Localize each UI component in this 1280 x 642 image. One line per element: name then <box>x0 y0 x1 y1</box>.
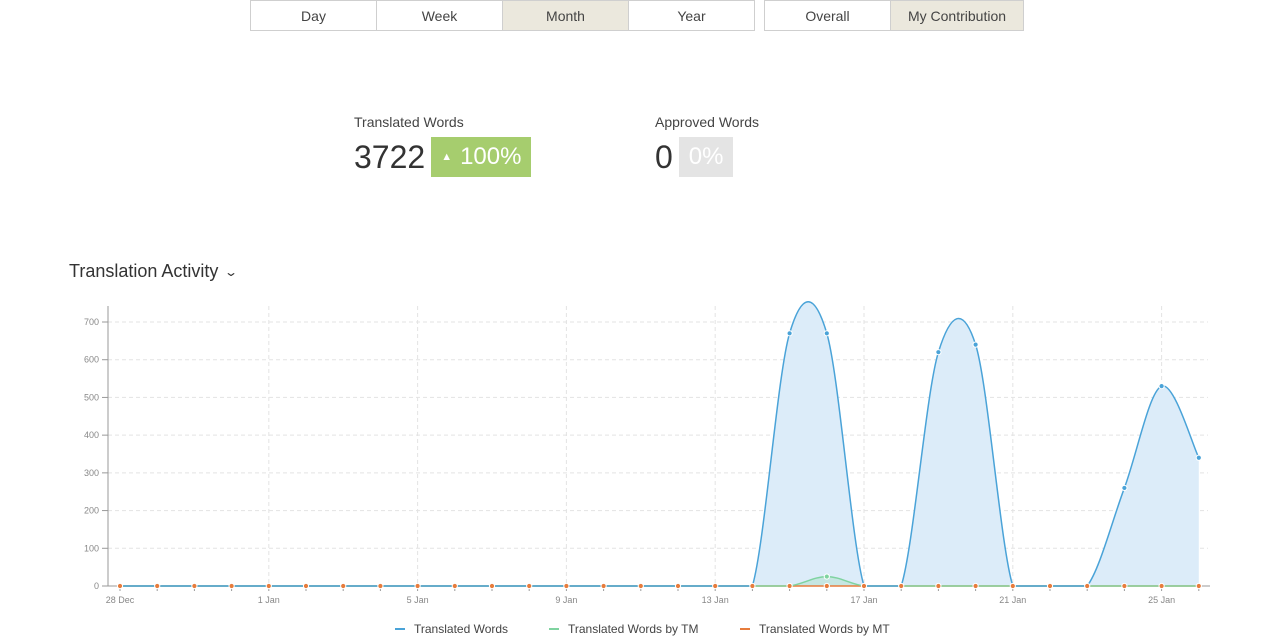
data-point-mt <box>823 582 830 590</box>
x-tick-label: 21 Jan <box>999 595 1026 605</box>
series-area-translated <box>120 301 1199 586</box>
data-point-mt <box>265 582 272 590</box>
approved-change-badge: 0% <box>678 137 734 177</box>
data-point-mt <box>749 582 756 590</box>
data-point-translated <box>1121 484 1128 492</box>
y-tick-label: 400 <box>84 430 99 440</box>
data-point-translated <box>972 341 979 348</box>
x-tick-label: 1 Jan <box>258 595 280 605</box>
translation-activity-chart: 0 100 200 300 400 500 600 700 28 Dec 1 Jan 5 Jan 9 … <box>84 301 1210 605</box>
legend-item-translated[interactable]: Translated Words <box>395 622 508 636</box>
data-point-mt <box>488 582 496 590</box>
series-line-tm <box>120 575 1199 587</box>
data-point-mt <box>191 582 198 590</box>
tab-week[interactable]: Week <box>376 0 503 31</box>
y-tick-label: 0 <box>94 581 99 591</box>
data-point-mt <box>786 582 793 590</box>
x-tick-label: 9 Jan <box>555 595 577 605</box>
legend-swatch-tm <box>549 628 559 630</box>
translated-change-badge: ▲ 100% <box>431 137 532 177</box>
approved-words-stat: Approved Words 0 0% <box>655 114 759 177</box>
series-area-tm <box>120 576 1199 586</box>
data-point-mt <box>935 582 942 590</box>
data-point-mt <box>340 582 347 590</box>
data-point-mt <box>116 582 124 590</box>
approved-words-label: Approved Words <box>655 114 760 130</box>
y-tick-label: 500 <box>84 392 99 402</box>
x-tick-label: 17 Jan <box>850 595 877 605</box>
y-tick-label: 700 <box>84 317 99 327</box>
legend-label-mt: Translated Words by MT <box>759 622 890 636</box>
data-point-mt <box>860 582 868 590</box>
data-point-mt <box>414 582 421 590</box>
legend-label-translated: Translated Words <box>414 622 509 636</box>
approved-change-value: 0% <box>688 143 724 170</box>
series-line-translated <box>120 301 1200 587</box>
data-point-mt <box>451 582 458 590</box>
y-tick-label: 200 <box>84 506 99 516</box>
x-tick-label: 28 Dec <box>106 595 135 605</box>
data-point-mt <box>1046 582 1054 590</box>
data-point-mt <box>898 582 905 590</box>
legend-item-tm[interactable]: Translated Words by TM <box>549 622 699 636</box>
translated-change-value: 100% <box>460 143 522 170</box>
legend-swatch-mt <box>740 628 750 630</box>
tab-year[interactable]: Year <box>628 0 755 31</box>
data-point-mt <box>600 582 607 590</box>
data-point-mt <box>526 582 533 590</box>
tab-month[interactable]: Month <box>502 0 629 31</box>
translated-words-label: Translated Words <box>354 114 464 130</box>
data-point-mt <box>563 582 570 590</box>
data-point-mt <box>1121 582 1128 590</box>
period-selector: Day Week Month Year <box>250 0 755 31</box>
y-tick-label: 600 <box>84 355 99 365</box>
data-point-mt <box>154 582 161 590</box>
data-point-mt <box>1195 582 1202 590</box>
data-point-mt <box>712 582 719 590</box>
data-point-tm <box>823 573 830 580</box>
translation-activity-toggle[interactable]: Translation Activity ⌄ <box>69 261 239 282</box>
x-tick-label: 5 Jan <box>407 595 429 605</box>
data-point-mt <box>1009 582 1016 590</box>
data-point-mt <box>972 582 979 590</box>
data-point-translated <box>1158 383 1165 390</box>
data-point-translated <box>1195 454 1202 461</box>
scope-selector: Overall My Contribution <box>764 0 1024 31</box>
data-point-mt <box>674 582 682 590</box>
data-point-mt <box>1084 582 1091 590</box>
approved-words-value: 0 <box>655 139 673 175</box>
data-point-mt <box>377 582 384 590</box>
data-point-mt <box>1158 582 1165 590</box>
tab-day[interactable]: Day <box>250 0 377 31</box>
data-point-translated <box>935 349 942 356</box>
translation-activity-title: Translation Activity <box>69 261 219 281</box>
data-point-mt <box>637 582 644 590</box>
tab-overall[interactable]: Overall <box>764 0 891 31</box>
legend-swatch-translated <box>395 628 405 630</box>
data-point-mt <box>302 582 310 590</box>
tab-my-contribution[interactable]: My Contribution <box>890 0 1024 31</box>
x-tick-label: 13 Jan <box>702 595 729 605</box>
y-tick-label: 100 <box>84 543 99 553</box>
chevron-down-icon: ⌄ <box>224 264 239 279</box>
data-point-translated <box>823 330 830 337</box>
x-tick-label: 25 Jan <box>1148 595 1175 605</box>
legend-item-mt[interactable]: Translated Words by MT <box>740 622 890 636</box>
translated-words-stat: Translated Words 3722 ▲ 100% <box>354 114 532 177</box>
translated-words-value: 3722 <box>354 139 426 175</box>
legend-label-tm: Translated Words by TM <box>568 622 699 636</box>
data-point-mt <box>228 582 235 590</box>
up-triangle-icon: ▲ <box>441 151 453 163</box>
y-tick-label: 300 <box>84 468 99 478</box>
data-point-translated <box>786 330 793 337</box>
